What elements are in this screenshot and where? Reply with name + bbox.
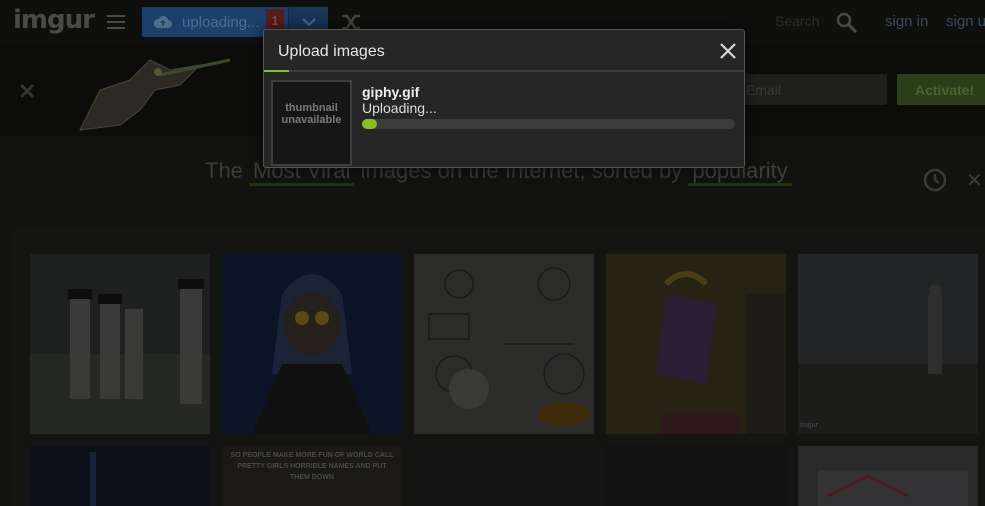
- dialog-title: Upload images: [278, 43, 385, 60]
- tile-meta: Imgur: [800, 422, 818, 429]
- tile-image: [414, 254, 594, 434]
- gallery-tile[interactable]: [222, 254, 402, 434]
- tile-image: [30, 446, 210, 506]
- upload-progress-fill: [362, 119, 377, 129]
- upload-thumbnail: thumbnail unavailable: [271, 80, 352, 166]
- upload-file-status: Uploading...: [362, 100, 437, 116]
- email-field[interactable]: Email: [740, 74, 887, 105]
- upload-status-label: uploading...: [182, 14, 260, 31]
- tile-caption: SO PEOPLE MAKE MORE FUN OF WORLD CALL PR…: [230, 452, 394, 481]
- close-icon[interactable]: ✕: [18, 79, 36, 105]
- tile-image: [798, 446, 978, 506]
- tile-image: [222, 254, 402, 434]
- gallery-tile[interactable]: Imgur: [798, 254, 978, 434]
- sign-in-link[interactable]: sign in: [885, 13, 928, 30]
- hamburger-menu-icon[interactable]: [107, 15, 125, 29]
- gallery-tile[interactable]: [30, 254, 210, 434]
- tagline-prefix: The: [205, 158, 243, 183]
- gallery-tile[interactable]: [414, 446, 594, 506]
- promo-illustration: [79, 58, 231, 131]
- upload-dialog: Upload images thumbnail unavailable giph…: [263, 29, 745, 168]
- tile-image: [798, 254, 978, 434]
- imgur-logo[interactable]: imgur: [13, 5, 95, 35]
- search-input[interactable]: Search: [775, 13, 819, 29]
- tile-image: [30, 254, 210, 434]
- close-icon[interactable]: [718, 41, 738, 61]
- chevron-down-icon: [302, 18, 316, 27]
- thumbnail-placeholder-text: thumbnail unavailable: [281, 102, 342, 126]
- upload-file-name: giphy.gif: [362, 84, 420, 100]
- sign-up-link[interactable]: sign up: [946, 13, 985, 30]
- gallery-tile[interactable]: [606, 446, 786, 506]
- clock-icon[interactable]: [922, 167, 948, 193]
- upload-progress-bar: [362, 119, 735, 129]
- search-icon[interactable]: [836, 12, 858, 34]
- dialog-divider-accent: [264, 70, 289, 72]
- cloud-upload-icon: [154, 15, 172, 28]
- gallery-tile[interactable]: [606, 254, 786, 434]
- dialog-divider: [264, 70, 744, 72]
- gallery-tile[interactable]: [798, 446, 978, 506]
- gallery-tile[interactable]: SO PEOPLE MAKE MORE FUN OF WORLD CALL PR…: [222, 446, 402, 506]
- tile-image: [606, 254, 786, 434]
- close-icon[interactable]: ✕: [966, 168, 983, 193]
- gallery-tile[interactable]: [30, 446, 210, 506]
- gallery-tile[interactable]: [414, 254, 594, 434]
- activate-button[interactable]: Activate!: [897, 74, 985, 105]
